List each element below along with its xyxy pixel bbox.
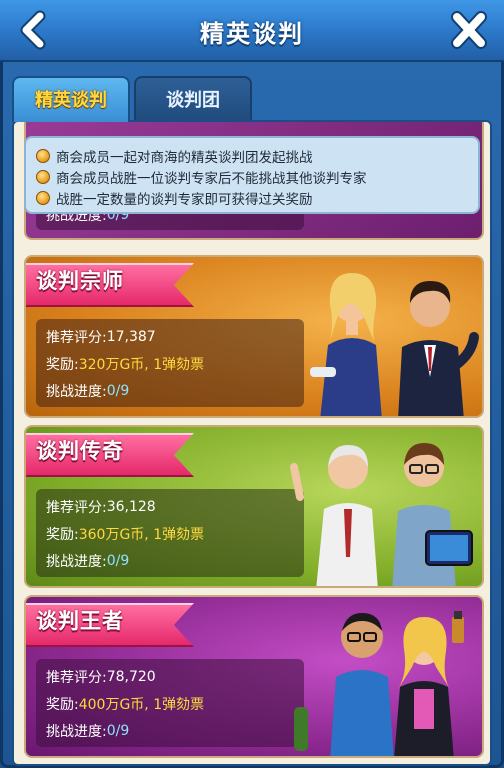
rules-info-box: 商会成员一起对商海的精英谈判团发起挑战 商会成员战胜一位谈判专家后不能挑战其他谈… [24, 136, 480, 214]
score-row: 推荐评分: 78,720 [46, 663, 304, 690]
info-line: 商会成员战胜一位谈判专家后不能挑战其他谈判专家 [36, 166, 478, 187]
header-bar: 精英谈判 [0, 0, 504, 62]
tab-negotiation-team[interactable]: 谈判团 [134, 76, 252, 122]
card-stats-box: 推荐评分: 17,387 奖励: 320万G币, 1弹劾票 挑战进度: 0/9 [36, 319, 304, 407]
challenge-card-king[interactable]: 谈判王者 推荐评分: 78,720 奖励: 400万G币, 1弹劾票 挑战进度:… [24, 595, 484, 758]
negotiator-characters-illustration [290, 443, 473, 586]
score-label: 推荐评分: [46, 669, 107, 686]
coin-bullet-icon [36, 190, 50, 205]
progress-row: 挑战进度: 0/9 [46, 377, 304, 404]
negotiator-characters-illustration [310, 273, 479, 416]
info-line: 商会成员一起对商海的精英谈判团发起挑战 [36, 145, 478, 166]
card-title: 谈判传奇 [36, 439, 124, 463]
reward-row: 奖励: 360万G币, 1弹劾票 [46, 520, 304, 547]
score-label: 推荐评分: [46, 499, 107, 516]
score-row: 推荐评分: 17,387 [46, 323, 304, 350]
close-x-icon [451, 11, 487, 49]
reward-value: 360万G币, 1弹劾票 [78, 526, 205, 543]
reward-label: 奖励: [46, 356, 79, 373]
tab-elite-negotiation[interactable]: 精英谈判 [12, 76, 130, 122]
page-title: 精英谈判 [200, 20, 304, 48]
progress-value: 0/9 [106, 722, 130, 739]
progress-row: 挑战进度: 0/9 [46, 547, 304, 574]
card-stats-box: 推荐评分: 78,720 奖励: 400万G币, 1弹劾票 挑战进度: 0/9 [36, 659, 304, 747]
negotiator-characters-illustration [294, 611, 464, 756]
card-title: 谈判王者 [36, 609, 124, 633]
score-value: 36,128 [106, 498, 156, 515]
progress-value: 0/9 [106, 552, 130, 569]
score-value: 17,387 [106, 328, 156, 345]
reward-row: 奖励: 400万G币, 1弹劾票 [46, 690, 304, 717]
progress-label: 挑战进度: [46, 553, 107, 570]
info-line: 战胜一定数量的谈判专家即可获得过关奖励 [36, 187, 478, 208]
reward-label: 奖励: [46, 696, 79, 713]
info-text: 战胜一定数量的谈判专家即可获得过关奖励 [56, 191, 313, 208]
reward-label: 奖励: [46, 526, 79, 543]
reward-value: 320万G币, 1弹劾票 [78, 356, 205, 373]
progress-row: 挑战进度: 0/9 [46, 717, 304, 744]
coin-bullet-icon [36, 169, 50, 184]
challenge-card-master[interactable]: 谈判宗师 推荐评分: 17,387 奖励: 320万G币, 1弹劾票 挑战进度:… [24, 255, 484, 418]
challenge-card-legend[interactable]: 谈判传奇 推荐评分: 36,128 奖励: 360万G币, 1弹劾票 挑战进度:… [24, 425, 484, 588]
reward-row: 奖励: 320万G币, 1弹劾票 [46, 350, 304, 377]
score-label: 推荐评分: [46, 329, 107, 346]
score-value: 78,720 [106, 668, 156, 685]
card-stats-box: 推荐评分: 36,128 奖励: 360万G币, 1弹劾票 挑战进度: 0/9 [36, 489, 304, 577]
content-panel: 挑战进度: 0/9 商会成员一起对商海的精英谈判团发起挑战 商会成员战胜一位谈判… [12, 120, 492, 766]
info-text: 商会成员战胜一位谈判专家后不能挑战其他谈判专家 [56, 170, 367, 187]
coin-bullet-icon [36, 148, 50, 163]
reward-value: 400万G币, 1弹劾票 [78, 696, 205, 713]
close-button[interactable] [448, 10, 490, 50]
progress-label: 挑战进度: [46, 723, 107, 740]
progress-value: 0/9 [106, 382, 130, 399]
progress-label: 挑战进度: [46, 383, 107, 400]
score-row: 推荐评分: 36,128 [46, 493, 304, 520]
card-title: 谈判宗师 [36, 269, 124, 293]
info-text: 商会成员一起对商海的精英谈判团发起挑战 [56, 149, 313, 166]
